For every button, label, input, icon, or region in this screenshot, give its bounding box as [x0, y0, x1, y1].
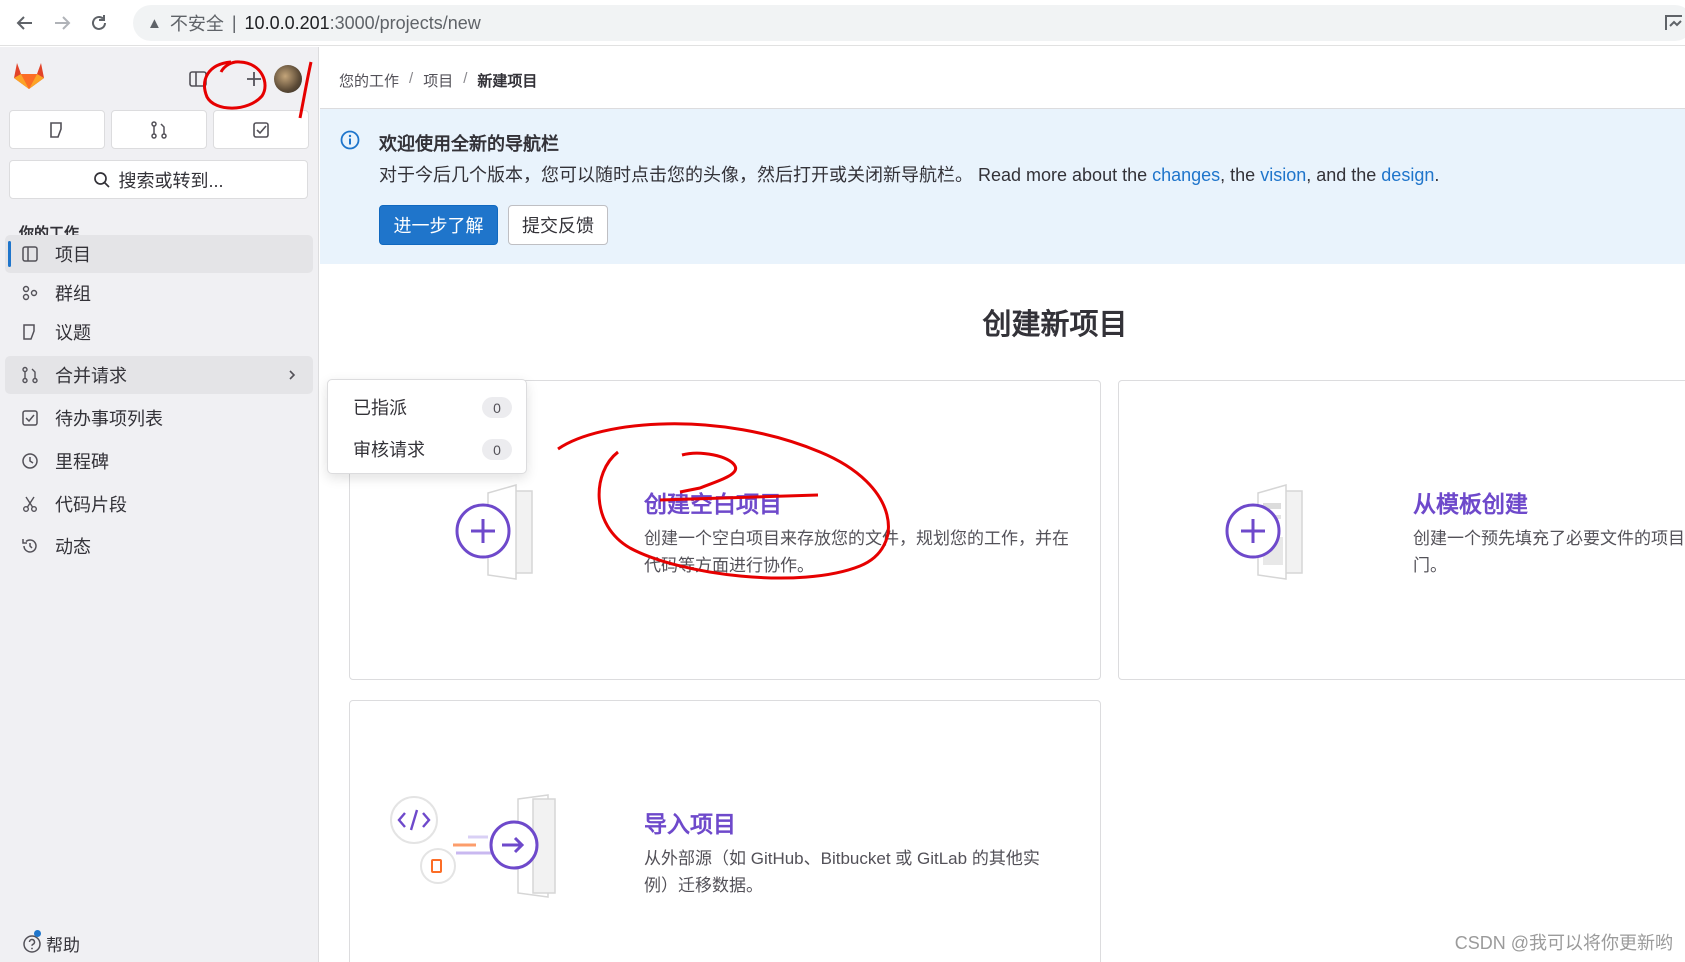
- create-new-icon[interactable]: [242, 67, 266, 91]
- card-description: 从外部源（如 GitHub、Bitbucket 或 GitLab 的其他实 例）…: [644, 845, 1040, 899]
- sidebar-item-label: 合并请求: [55, 366, 127, 386]
- issues-tab[interactable]: [9, 110, 105, 149]
- sidebar-item-snippets[interactable]: 代码片段: [5, 485, 313, 523]
- todos-tab[interactable]: [213, 110, 309, 149]
- learn-more-button[interactable]: 进一步了解: [379, 205, 498, 245]
- card-description: 创建一个预先填充了必要文件的项目 门。: [1413, 525, 1685, 579]
- sidebar-item-label: 代码片段: [55, 495, 127, 515]
- template-project-card[interactable]: 从模板创建 创建一个预先填充了必要文件的项目 门。: [1118, 380, 1685, 680]
- gitlab-logo-icon[interactable]: [12, 59, 46, 91]
- feedback-button[interactable]: 提交反馈: [508, 205, 608, 245]
- sidebar-item-label: 动态: [55, 537, 91, 557]
- avatar[interactable]: [274, 65, 302, 93]
- flyout-item-assigned[interactable]: 已指派 0: [328, 387, 528, 427]
- info-icon: [340, 130, 360, 150]
- new-nav-banner: 欢迎使用全新的导航栏 对于今后几个版本，您可以随时点击您的头像，然后打开或关闭新…: [320, 109, 1685, 264]
- quick-tabs: [9, 110, 309, 149]
- banner-text: .: [1434, 165, 1440, 185]
- merge-requests-tab[interactable]: [111, 110, 207, 149]
- snippet-icon: [20, 494, 40, 514]
- address-separator: |: [231, 12, 237, 33]
- banner-body: 对于今后几个版本，您可以随时点击您的头像，然后打开或关闭新导航栏。 Read m…: [379, 161, 1439, 187]
- todo-icon: [253, 121, 269, 138]
- card-desc-line: 门。: [1413, 556, 1447, 575]
- sidebar-toggle-icon[interactable]: [186, 67, 210, 91]
- sidebar-item-label: 待办事项列表: [55, 409, 163, 429]
- url-host: 10.0.0.201: [244, 12, 330, 33]
- breadcrumb-item[interactable]: 您的工作: [339, 70, 399, 91]
- security-label: 不安全: [169, 14, 224, 34]
- group-icon: [20, 283, 40, 303]
- sidebar-item-label: 项目: [55, 245, 91, 265]
- sidebar-item-groups[interactable]: 群组: [5, 274, 313, 312]
- merge-requests-flyout: 已指派 0 审核请求 0: [327, 379, 527, 474]
- sidebar-item-projects[interactable]: 项目: [5, 235, 313, 273]
- card-desc-line: 创建一个预先填充了必要文件的项目: [1413, 529, 1685, 548]
- count-badge: 0: [482, 397, 512, 418]
- sidebar-item-activity[interactable]: 动态: [5, 527, 313, 565]
- todo-icon: [20, 408, 40, 428]
- banner-title: 欢迎使用全新的导航栏: [379, 134, 559, 154]
- sidebar-item-todos[interactable]: 待办事项列表: [5, 399, 313, 437]
- flyout-item-review-requests[interactable]: 审核请求 0: [328, 429, 528, 469]
- sidebar: 搜索或转到... 你的工作 项目 群组 议题 合并请求 待办事项列表 里程碑 代…: [0, 47, 319, 962]
- card-title[interactable]: 导入项目: [644, 805, 736, 839]
- merge-request-icon: [20, 365, 40, 385]
- breadcrumb-separator: /: [463, 70, 468, 87]
- new-project-illustration-icon: [455, 484, 533, 580]
- card-desc-line: 例）迁移数据。: [644, 876, 763, 895]
- merge-request-icon: [151, 120, 167, 139]
- template-illustration-icon: [1225, 484, 1303, 580]
- banner-text: , and the: [1306, 165, 1382, 185]
- breadcrumb-separator: /: [409, 70, 414, 87]
- issues-icon: [20, 322, 40, 342]
- breadcrumb: 您的工作 / 项目 / 新建项目: [339, 70, 537, 91]
- url-path: :3000/projects/new: [329, 12, 481, 33]
- count-badge: 0: [482, 439, 512, 460]
- search-button[interactable]: 搜索或转到...: [9, 160, 308, 199]
- vision-link[interactable]: vision: [1260, 165, 1306, 185]
- changes-link[interactable]: changes: [1152, 165, 1220, 185]
- sidebar-item-merge-requests[interactable]: 合并请求: [5, 356, 313, 394]
- warning-icon[interactable]: ▲: [147, 15, 162, 32]
- card-title[interactable]: 从模板创建: [1413, 485, 1528, 519]
- search-label: 搜索或转到...: [118, 170, 224, 191]
- help-button[interactable]: 帮助: [22, 930, 80, 956]
- import-project-card[interactable]: 导入项目 从外部源（如 GitHub、Bitbucket 或 GitLab 的其…: [349, 700, 1101, 962]
- breadcrumb-current[interactable]: 新建项目: [477, 70, 537, 91]
- extension-icon[interactable]: [1663, 12, 1685, 34]
- page-title: 创建新项目: [982, 309, 1128, 341]
- card-desc-line: 从外部源（如 GitHub、Bitbucket 或 GitLab 的其他实: [644, 849, 1040, 868]
- project-icon: [20, 244, 40, 264]
- history-icon: [20, 536, 40, 556]
- flyout-item-label: 已指派: [353, 398, 407, 418]
- clock-icon: [20, 451, 40, 471]
- sidebar-item-label: 群组: [55, 284, 91, 304]
- flyout-item-label: 审核请求: [353, 440, 425, 460]
- card-title[interactable]: 创建空白项目: [644, 485, 782, 519]
- notification-dot: [34, 930, 41, 937]
- sidebar-item-issues[interactable]: 议题: [5, 313, 313, 351]
- breadcrumb-item[interactable]: 项目: [423, 70, 453, 91]
- reload-icon[interactable]: [85, 9, 113, 37]
- card-desc-line: 创建一个空白项目来存放您的文件，规划您的工作，并在: [644, 529, 1069, 548]
- banner-text: 对于今后几个版本，您可以随时点击您的头像，然后打开或关闭新导航栏。 Read m…: [379, 165, 1153, 185]
- forward-icon[interactable]: [48, 9, 76, 37]
- card-description: 创建一个空白项目来存放您的文件，规划您的工作，并在 代码等方面进行协作。: [644, 525, 1069, 579]
- design-link[interactable]: design: [1381, 165, 1434, 185]
- issues-icon: [50, 121, 62, 138]
- search-icon: [94, 171, 111, 188]
- browser-toolbar: ▲ 不安全 | 10.0.0.201:3000/projects/new: [0, 0, 1685, 46]
- banner-text: , the: [1220, 165, 1261, 185]
- import-illustration-icon: [390, 794, 556, 898]
- address-bar[interactable]: ▲ 不安全 | 10.0.0.201:3000/projects/new: [133, 5, 1685, 41]
- chevron-right-icon: [285, 366, 299, 387]
- help-label: 帮助: [46, 936, 80, 955]
- sidebar-item-label: 里程碑: [55, 452, 109, 472]
- card-desc-line: 代码等方面进行协作。: [644, 556, 814, 575]
- sidebar-item-milestones[interactable]: 里程碑: [5, 442, 313, 480]
- back-icon[interactable]: [11, 9, 39, 37]
- sidebar-item-label: 议题: [55, 323, 91, 343]
- watermark: CSDN @我可以将你更新哟: [1454, 933, 1673, 953]
